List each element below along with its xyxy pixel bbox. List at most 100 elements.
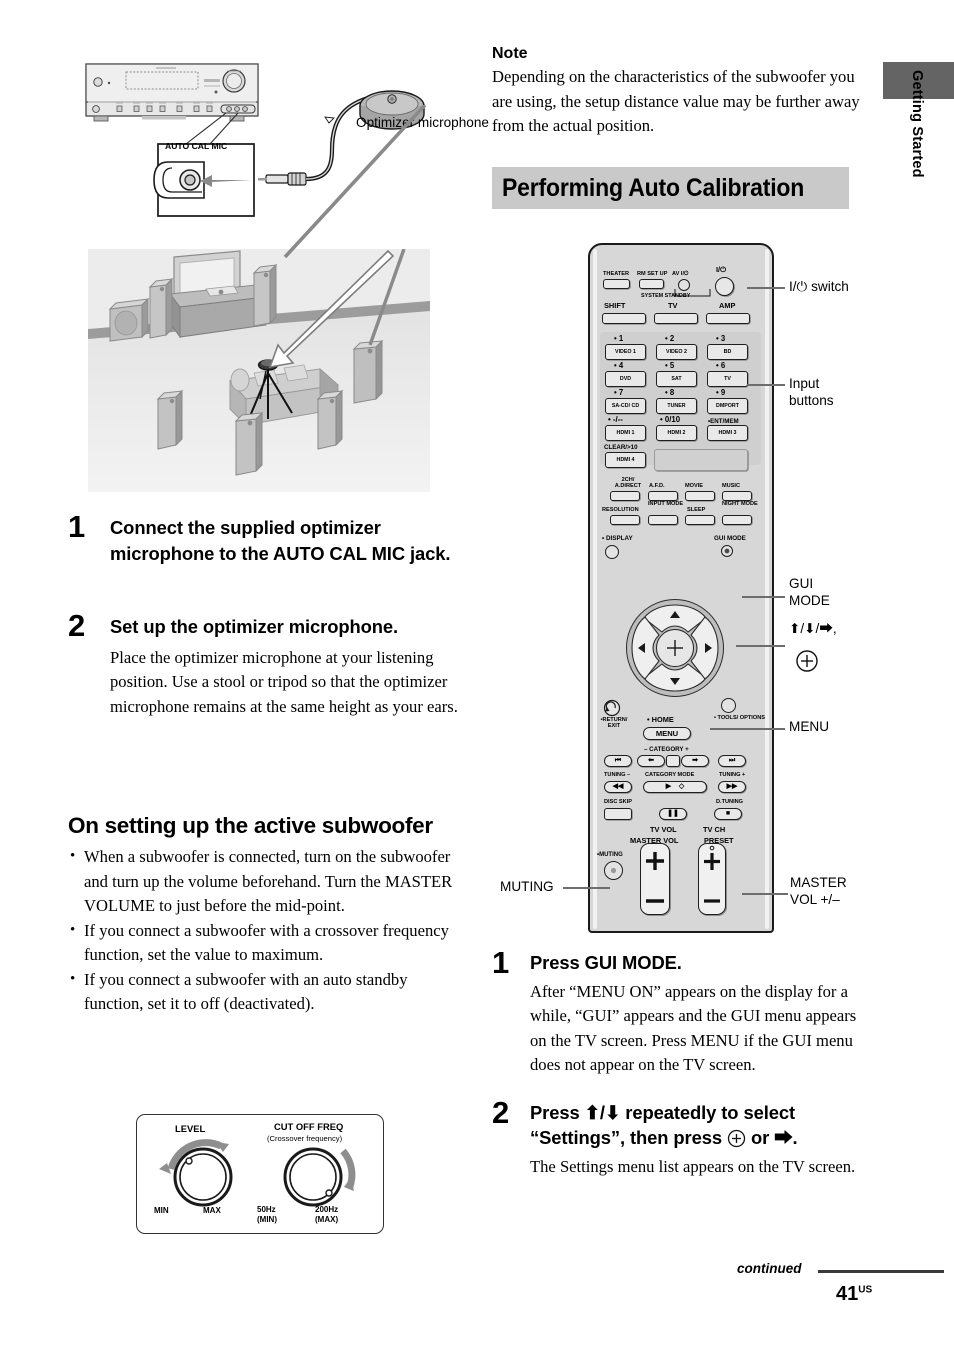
subwoofer-drawing: [108, 297, 150, 342]
page-number-value: 41: [836, 1283, 859, 1305]
tuning-plus-button[interactable]: ▶▶: [718, 781, 746, 793]
left-step-1-number: 1: [68, 509, 86, 544]
callout-power-switch: I/⏻ switch: [789, 279, 849, 294]
d-tuning-label: D.TUNING: [716, 799, 744, 805]
video2-button[interactable]: VIDEO 2: [656, 344, 697, 360]
power-switch-button[interactable]: [715, 277, 734, 296]
callout-line-power: [747, 287, 785, 289]
hdmi3-button[interactable]: HDMI 3: [707, 425, 748, 441]
category-mode-label: CATEGORY MODE: [645, 772, 695, 778]
note-body: Depending on the characteristics of the …: [492, 67, 860, 135]
callout-master-vol: MASTER VOL +/–: [790, 875, 847, 907]
stop-button[interactable]: ■: [714, 808, 742, 820]
video1-button[interactable]: VIDEO 1: [605, 344, 646, 360]
front-left-speaker: [148, 277, 174, 339]
callout-dpad: ⬆/⬇/⮕,: [789, 621, 837, 636]
dvd-button[interactable]: DVD: [605, 371, 646, 387]
hdmi2-button[interactable]: HDMI 2: [656, 425, 697, 441]
clear-number: CLEAR/>10: [604, 444, 638, 451]
input-dash-number: • -/--: [608, 415, 623, 424]
tv-ch-label: TV CH: [703, 825, 726, 834]
2ch-adirect-button[interactable]: [610, 491, 640, 501]
resolution-label: RESOLUTION: [602, 507, 639, 513]
right-step-2-heading-pre: Press: [530, 1101, 585, 1123]
level-knob: [159, 1139, 233, 1207]
category-label: – CATEGORY +: [644, 746, 689, 753]
tuning-minus-button[interactable]: ◀◀: [604, 781, 632, 793]
section-tab-label: Getting Started: [909, 70, 925, 178]
callout-line-master-vol: [742, 893, 788, 895]
muting-button-label: •MUTING: [597, 852, 623, 858]
category-center-button[interactable]: [666, 755, 680, 767]
category-minus-button[interactable]: ⬅: [637, 755, 665, 767]
front-right-speaker: [252, 263, 278, 327]
sacd-cd-button[interactable]: SA-CD/ CD: [605, 398, 646, 414]
tv-mode-button[interactable]: [654, 313, 698, 324]
left-step-2-heading: Set up the optimizer microphone.: [110, 616, 399, 637]
bd-button[interactable]: BD: [707, 344, 748, 360]
room-setup-illustration: [88, 248, 430, 492]
cutoff-min-label: 50Hz (MIN): [257, 1205, 277, 1224]
night-mode-label: NIGHT MODE: [722, 501, 758, 507]
display-button[interactable]: [605, 545, 619, 559]
shift-button[interactable]: [602, 313, 646, 324]
movie-label: MOVIE: [685, 483, 704, 489]
return-exit-label: •RETURN/ EXIT: [600, 717, 628, 730]
next-track-button[interactable]: ⏭: [718, 755, 746, 767]
play-button[interactable]: ▶ ◇: [643, 781, 707, 793]
right-step-2-body: The Settings menu list appears on the TV…: [530, 1156, 856, 1176]
sat-button[interactable]: SAT: [656, 371, 697, 387]
auto-cal-mic-label: AUTO CAL MIC: [165, 141, 228, 151]
theater-button-label: THEATER: [603, 271, 629, 277]
music-button[interactable]: [722, 491, 752, 501]
disc-skip-button[interactable]: [604, 808, 632, 820]
prev-track-button[interactable]: ⏮: [604, 755, 632, 767]
music-label: MUSIC: [722, 483, 741, 489]
section-header-title: Performing Auto Calibration: [502, 174, 805, 202]
hdmi1-button[interactable]: HDMI 1: [605, 425, 646, 441]
av-power-button-label: AV I/⏻: [672, 271, 689, 277]
callout-line-gui: [742, 596, 785, 598]
movie-button[interactable]: [685, 491, 715, 501]
return-icon[interactable]: [603, 699, 621, 717]
tuner-button[interactable]: TUNER: [656, 398, 697, 414]
level-knob-title: LEVEL: [175, 1123, 206, 1134]
left-step-1-heading: Connect the supplied optimizer microphon…: [110, 517, 451, 564]
amp-mode-button[interactable]: [706, 313, 750, 324]
category-plus-button[interactable]: ➡: [681, 755, 709, 767]
dmport-button[interactable]: DMPORT: [707, 398, 748, 414]
resolution-button[interactable]: [610, 515, 640, 525]
night-mode-button[interactable]: [722, 515, 752, 525]
tv-input-button[interactable]: TV: [707, 371, 748, 387]
level-max-label: MAX: [203, 1206, 221, 1215]
right-step-1-number: 1: [492, 945, 510, 980]
sleep-button[interactable]: [685, 515, 715, 525]
afd-button[interactable]: [648, 491, 678, 501]
subwoofer-bullet-list: When a subwoofer is connected, turn on t…: [68, 844, 460, 1017]
hdmi4-button[interactable]: HDMI 4: [605, 452, 646, 468]
home-label: • HOME: [647, 715, 674, 724]
disc-skip-label: DISC SKIP: [604, 799, 632, 805]
rm-setup-button[interactable]: [639, 279, 664, 289]
sleep-label: SLEEP: [687, 507, 706, 513]
input-7-number: • 7: [614, 388, 624, 397]
surround-speaker-right-back: [352, 339, 384, 404]
subwoofer-knob-panel: LEVEL MIN MAX CUT OFF FREQ (Crossover fr…: [136, 1114, 384, 1234]
remote-control-illustration: THEATER RM SET UP AV I/⏻ I/⏻ SYSTEM STAN…: [588, 243, 774, 933]
continued-label: continued: [737, 1261, 802, 1276]
theater-button[interactable]: [603, 279, 630, 289]
auto-cal-mic-jack-detail: [153, 143, 255, 217]
input-8-number: • 8: [665, 388, 675, 397]
pause-button[interactable]: ❚❚: [659, 808, 687, 820]
input-mode-button[interactable]: [648, 515, 678, 525]
cutoff-subtitle: (Crossover frequency): [267, 1134, 343, 1143]
list-item: When a subwoofer is connected, turn on t…: [68, 844, 460, 919]
tv-channel-icons: [704, 845, 720, 903]
left-step-1: 1 Connect the supplied optimizer microph…: [68, 511, 468, 603]
menu-button[interactable]: MENU: [643, 727, 691, 740]
amp-mode-button-label: AMP: [719, 301, 736, 310]
microphone-pointer-rod: [283, 105, 427, 259]
gui-mode-dot-icon: [724, 548, 730, 554]
master-volume-icons: [646, 852, 664, 903]
tools-options-button[interactable]: [721, 698, 736, 713]
